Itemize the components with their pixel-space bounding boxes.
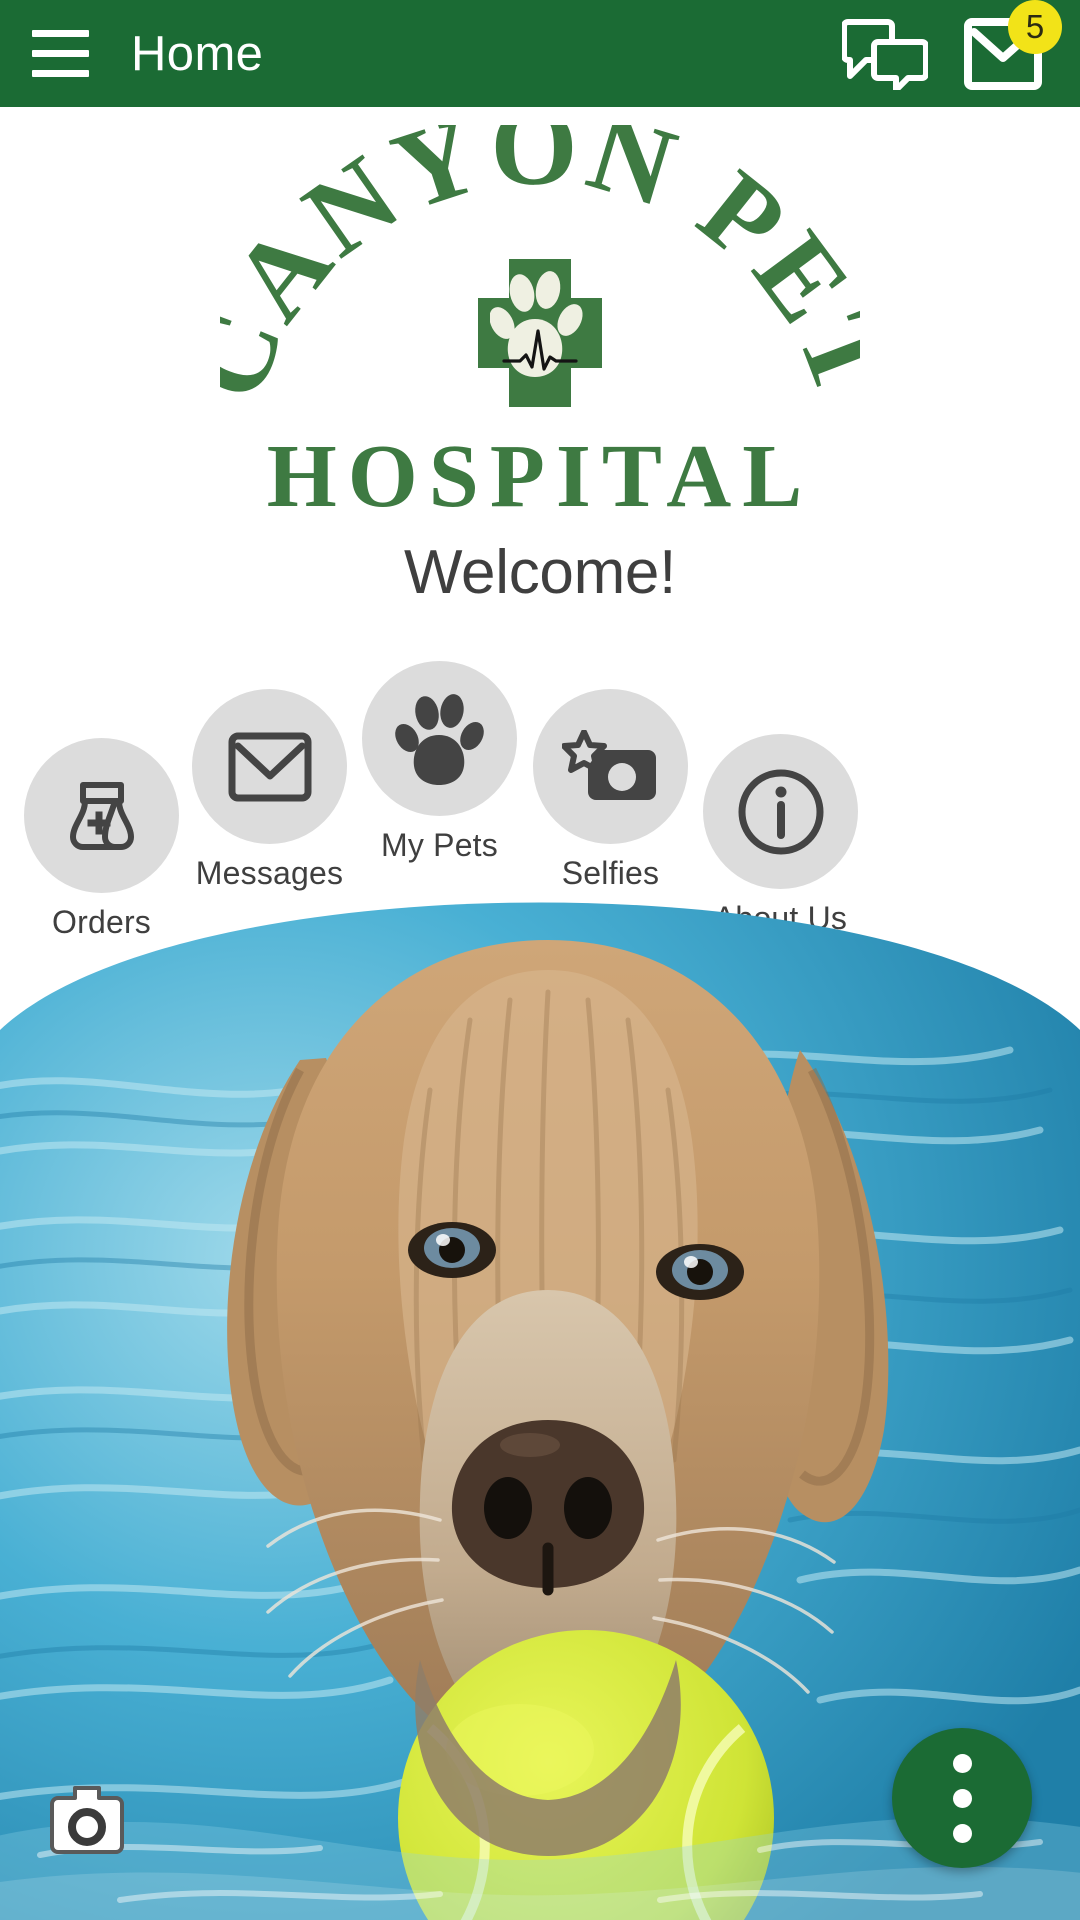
dog-left-eye <box>408 1222 496 1278</box>
camera-icon[interactable] <box>48 1780 126 1858</box>
paw-print-icon <box>394 693 484 785</box>
chat-bubbles-icon[interactable] <box>841 18 929 93</box>
menu-dot <box>952 1753 972 1773</box>
food-bag-plus-icon <box>69 781 134 850</box>
paw-print-with-ekg-icon <box>490 271 583 377</box>
hamburger-line <box>31 30 89 37</box>
camera-star-icon <box>561 729 656 800</box>
quick-action-circle <box>24 738 179 893</box>
quick-action-circle <box>362 661 517 816</box>
menu-dot <box>952 1823 972 1843</box>
logo-hospital-word: HOSPITAL <box>266 427 814 526</box>
quick-action-label: Selfies <box>561 855 660 891</box>
quick-action-label: Messages <box>195 855 344 891</box>
overflow-menu-fab[interactable] <box>892 1728 1032 1868</box>
welcome-heading: Welcome! <box>403 538 677 607</box>
quick-action-selfies[interactable]: Selfies <box>533 689 688 892</box>
hamburger-line <box>31 50 89 57</box>
mail-unread-badge: 5 <box>1008 0 1062 54</box>
quick-action-circle <box>703 734 858 889</box>
app-bar: Home 5 <box>0 0 1080 107</box>
dog-right-eye <box>656 1244 744 1300</box>
app-bar-actions: 5 <box>841 0 1080 93</box>
quick-action-circle <box>533 689 688 844</box>
menu-dot <box>952 1788 972 1808</box>
quick-action-circle <box>192 689 347 844</box>
clinic-logo: CANYON PET HOSPITAL Welcome! <box>0 107 1080 632</box>
quick-action-my-pets[interactable]: My Pets <box>362 661 517 864</box>
mail-envelope-icon[interactable]: 5 <box>964 0 1062 92</box>
hamburger-menu-icon[interactable] <box>12 0 108 107</box>
quick-action-label: My Pets <box>381 827 498 863</box>
envelope-icon <box>228 732 311 801</box>
quick-action-messages[interactable]: Messages <box>192 689 347 892</box>
info-circle-icon <box>738 769 823 854</box>
page-title: Home <box>131 26 264 81</box>
hamburger-line <box>31 70 89 77</box>
